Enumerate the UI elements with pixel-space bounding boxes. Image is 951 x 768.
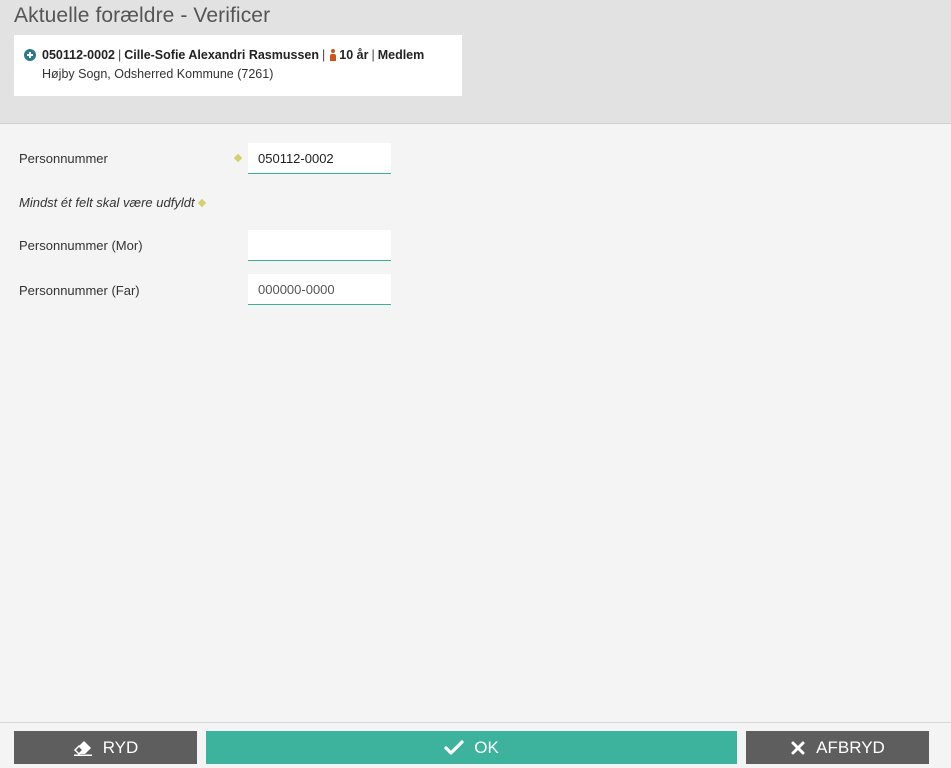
required-hint: Mindst ét felt skal være udfyldt [19, 195, 206, 210]
person-status: Medlem [377, 48, 425, 62]
ok-button[interactable]: OK [206, 731, 737, 764]
afbryd-label: AFBRYD [816, 737, 885, 757]
personnummer-input[interactable] [248, 143, 391, 174]
header: Aktuelle forældre - Verificer 050112-000… [0, 0, 951, 124]
checkmark-icon [444, 739, 464, 756]
separator: | [322, 48, 326, 62]
close-icon [790, 740, 806, 756]
far-label: Personnummer (Far) [19, 283, 140, 298]
mor-label: Personnummer (Mor) [19, 238, 143, 253]
far-input[interactable] [248, 274, 391, 305]
separator: | [118, 48, 122, 62]
person-age: 10 år [339, 48, 369, 62]
afbryd-button[interactable]: AFBRYD [746, 731, 929, 764]
person-location: Højby Sogn, Odsherred Kommune (7261) [42, 67, 274, 81]
personnummer-label: Personnummer [19, 151, 108, 166]
hint-text: Mindst ét felt skal være udfyldt [19, 195, 195, 210]
mor-input[interactable] [248, 230, 391, 261]
person-card: 050112-0002 | Cille-Sofie Alexandri Rasm… [14, 35, 462, 96]
person-cpr: 050112-0002 [42, 48, 115, 62]
ok-label: OK [474, 737, 499, 757]
ryd-button[interactable]: RYD [14, 731, 197, 764]
person-name: Cille-Sofie Alexandri Rasmussen [124, 48, 319, 62]
separator: | [371, 48, 375, 62]
plus-circle-icon[interactable] [24, 49, 36, 61]
female-person-icon [330, 49, 337, 61]
ryd-label: RYD [102, 737, 139, 757]
page-title: Aktuelle forældre - Verificer [14, 4, 271, 27]
diamond-icon [197, 198, 206, 207]
person-summary: 050112-0002 | Cille-Sofie Alexandri Rasm… [24, 48, 424, 62]
footer: RYD OK AFBRYD [0, 722, 951, 768]
diamond-icon [233, 153, 243, 163]
eraser-icon [73, 740, 93, 756]
